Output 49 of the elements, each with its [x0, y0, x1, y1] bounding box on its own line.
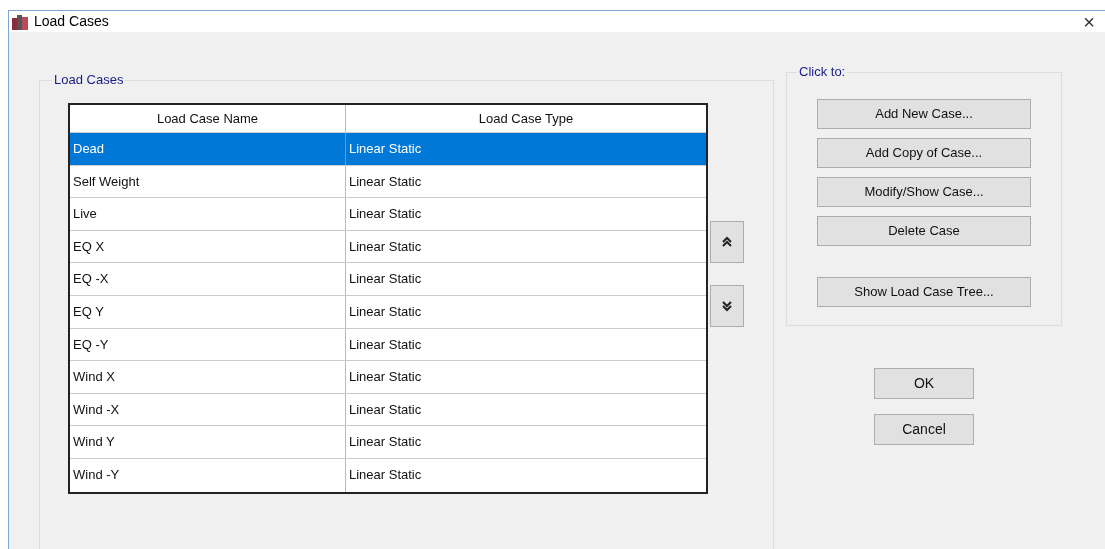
- action-button[interactable]: Delete Case: [817, 216, 1031, 246]
- table-cell: EQ -X: [70, 263, 346, 295]
- double-chevron-down-icon: [722, 300, 732, 312]
- table-cell: Wind X: [70, 361, 346, 393]
- table-row[interactable]: Wind -X Linear Static: [70, 393, 706, 427]
- action-button[interactable]: Add Copy of Case...: [817, 138, 1031, 168]
- move-up-button[interactable]: [710, 221, 744, 263]
- table-cell: Wind Y: [70, 426, 346, 458]
- action-button[interactable]: Add New Case...: [817, 99, 1031, 129]
- table-row[interactable]: Wind Y Linear Static: [70, 426, 706, 459]
- table-cell: Self Weight: [70, 165, 346, 198]
- table-cell-text: Linear Static: [348, 140, 423, 159]
- table-cell: EQ Y: [70, 295, 346, 328]
- close-button[interactable]: ×: [1079, 11, 1099, 32]
- table-cell: EQ X: [70, 230, 346, 263]
- table-cell: Live: [70, 198, 346, 230]
- show-tree-button[interactable]: Show Load Case Tree...: [817, 277, 1031, 307]
- window-title: Load Cases: [34, 12, 109, 31]
- table-row[interactable]: EQ X Linear Static: [70, 230, 706, 264]
- table-cell-text: Linear Static: [348, 270, 423, 289]
- column-header: Load Case Name: [70, 105, 346, 132]
- table-row[interactable]: Wind X Linear Static: [70, 361, 706, 394]
- table-cell: Dead: [70, 133, 346, 165]
- table-cell: Wind -X: [70, 393, 346, 426]
- table-row[interactable]: Wind -Y Linear Static: [70, 458, 706, 492]
- table-cell-text: Linear Static: [348, 172, 423, 191]
- table-cell-text: Linear Static: [348, 368, 423, 387]
- double-chevron-up-icon: [722, 236, 732, 248]
- column-header: Load Case Type: [477, 109, 575, 128]
- table-row[interactable]: Self Weight Linear Static: [70, 165, 706, 199]
- action-button[interactable]: Modify/Show Case...: [817, 177, 1031, 207]
- ok-button[interactable]: OK: [874, 368, 974, 399]
- table-cell: EQ -Y: [70, 328, 346, 361]
- table-cell-text: Linear Static: [348, 400, 423, 419]
- table-cell: Wind -Y: [70, 458, 346, 492]
- table-cell-text: Linear Static: [348, 303, 423, 321]
- table-cell-text: Linear Static: [348, 433, 423, 452]
- app-icon: [12, 13, 28, 30]
- table-row[interactable]: EQ -X Linear Static: [70, 263, 706, 296]
- table-cell-text: Linear Static: [348, 335, 423, 354]
- table-row[interactable]: Live Linear Static: [70, 198, 706, 231]
- cancel-button[interactable]: Cancel: [874, 414, 974, 445]
- table-cell-text: Linear Static: [348, 205, 423, 224]
- table-cell-text: Linear Static: [348, 237, 423, 256]
- table-row[interactable]: Dead Linear Static: [70, 133, 706, 166]
- move-down-button[interactable]: [710, 285, 744, 327]
- table-row[interactable]: EQ -Y Linear Static: [70, 328, 706, 362]
- table-cell-text: Linear Static: [348, 466, 423, 485]
- table-row[interactable]: EQ Y Linear Static: [70, 295, 706, 329]
